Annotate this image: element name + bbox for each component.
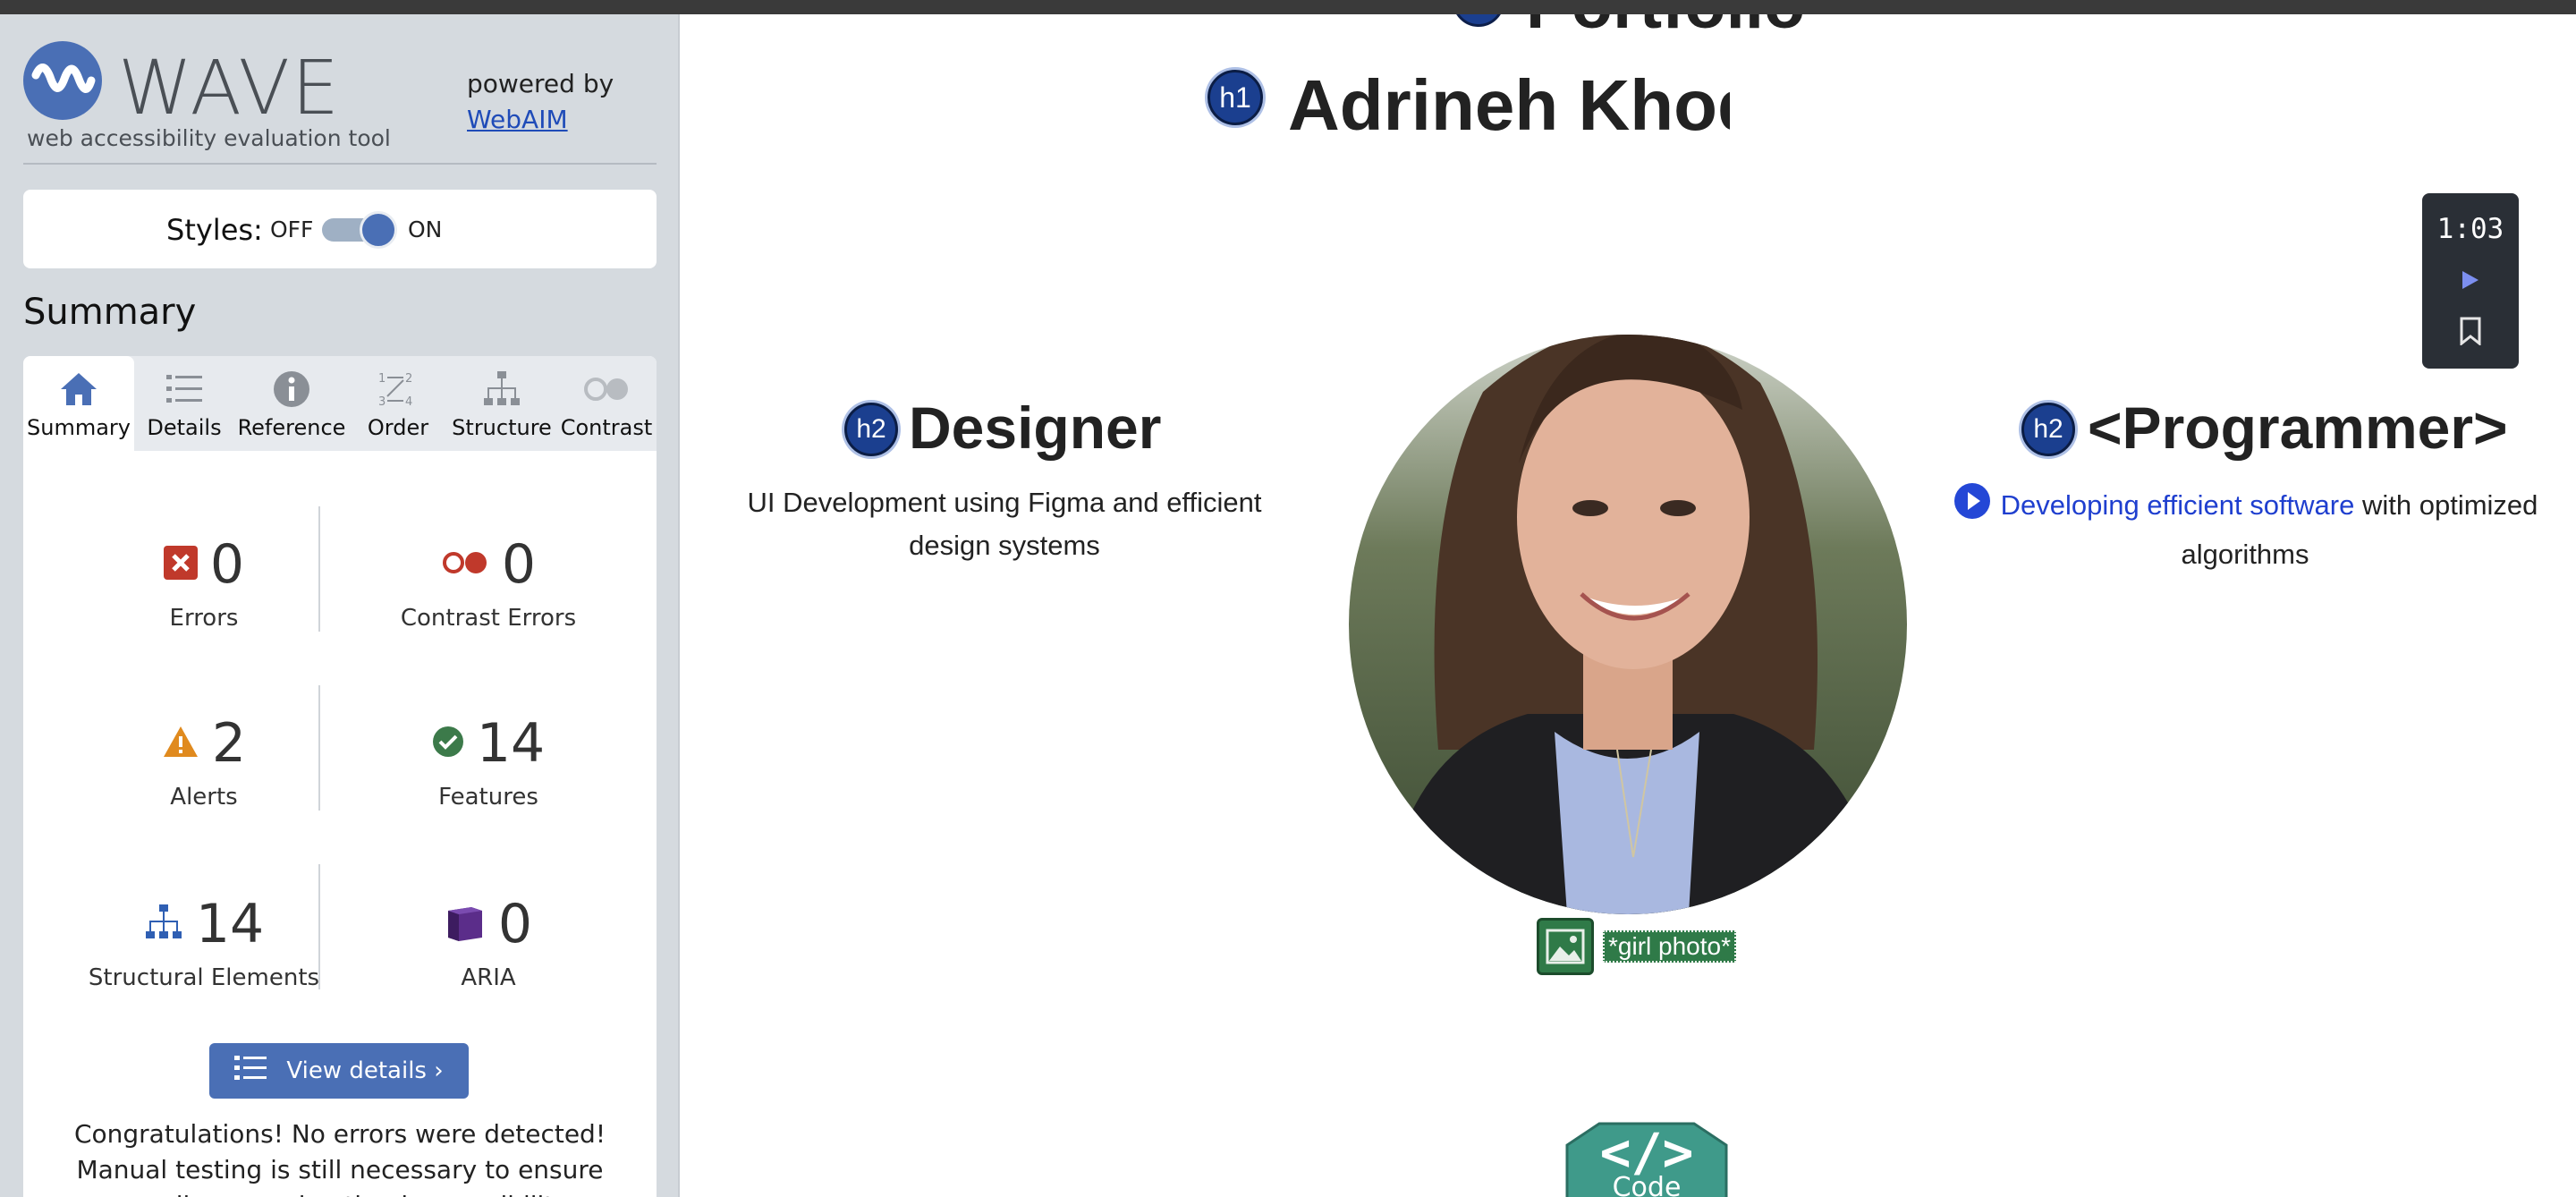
code-label: Code xyxy=(1612,1172,1682,1197)
programmer-description: Developing efficient software with optim… xyxy=(1914,481,2576,576)
features-stat[interactable]: 14 Features xyxy=(336,712,640,811)
errors-label: Errors xyxy=(169,605,239,632)
image-icon xyxy=(1537,918,1594,975)
contrast-error-icon xyxy=(441,549,489,580)
toggle-knob[interactable] xyxy=(360,211,397,249)
tab-details[interactable]: Details xyxy=(134,356,234,451)
page-title: Adrineh Khodaverdi xyxy=(1288,65,1730,145)
aria-icon xyxy=(445,902,486,947)
h1-badge[interactable]: h1 xyxy=(1208,70,1263,125)
media-time: 1:03 xyxy=(2436,213,2504,245)
view-details-label: View details › xyxy=(286,1057,444,1084)
feature-icon xyxy=(432,726,464,761)
divider xyxy=(318,506,320,632)
girl-photo xyxy=(1349,335,1907,914)
tab-label: Summary xyxy=(27,415,131,440)
error-icon xyxy=(163,546,198,583)
structure-icon xyxy=(144,904,183,944)
programmer-heading: <Programmer> xyxy=(2088,395,2508,461)
browser-top-bar xyxy=(0,0,2576,14)
info-icon xyxy=(234,369,349,410)
play-icon[interactable] xyxy=(1953,481,1992,533)
alerts-label: Alerts xyxy=(170,784,238,811)
h2-badge[interactable]: h2 xyxy=(844,403,898,456)
wave-brand: WAVE xyxy=(118,44,342,132)
styles-toggle-box: Styles: OFF ON xyxy=(23,190,657,268)
wave-sidebar: WAVE web accessibility evaluation tool p… xyxy=(0,14,680,1197)
contrast-errors-stat[interactable]: 0 Contrast Errors xyxy=(336,533,640,632)
contrast-icon xyxy=(556,369,657,410)
structural-count: 14 xyxy=(195,893,265,955)
code-badge[interactable]: </> Code xyxy=(1563,1120,1730,1197)
h2-badge[interactable]: h2 xyxy=(2021,403,2075,456)
play-icon[interactable] xyxy=(2456,267,2483,297)
partial-heading-text: Portfolio xyxy=(1526,14,1805,36)
contrast-errors-label: Contrast Errors xyxy=(400,605,577,632)
h1-heading-wrap: Adrineh Khodaverdi xyxy=(1288,57,1730,156)
divider xyxy=(318,864,320,989)
aria-stat[interactable]: 0 ARIA xyxy=(336,893,640,991)
tab-label: Order xyxy=(367,415,429,440)
svg-text:2: 2 xyxy=(405,372,412,386)
wave-logo-icon xyxy=(23,41,102,120)
wave-tabs: Summary Details Reference 1 2 3 4 Order Str… xyxy=(23,356,657,451)
aria-label: ARIA xyxy=(461,964,516,991)
tab-label: Structure xyxy=(452,415,552,440)
alert-icon xyxy=(162,725,199,762)
styles-off-label: OFF xyxy=(270,216,314,242)
image-alt-text: *girl photo* xyxy=(1603,930,1736,963)
structural-label: Structural Elements xyxy=(88,964,320,991)
tab-label: Reference xyxy=(237,415,346,440)
tab-order[interactable]: 1 2 3 4 Order xyxy=(349,356,447,451)
designer-description: UI Development using Figma and efficient… xyxy=(747,487,1262,561)
tab-contrast[interactable]: Contrast xyxy=(556,356,657,451)
svg-text:3: 3 xyxy=(378,395,386,409)
powered-by: powered by WebAIM xyxy=(467,66,614,138)
tab-structure[interactable]: Structure xyxy=(447,356,556,451)
divider xyxy=(318,685,320,811)
styles-on-label: ON xyxy=(408,216,443,242)
order-icon: 1 2 3 4 xyxy=(349,369,447,410)
partial-heading: Portfolio xyxy=(1453,14,2490,36)
tab-label: Details xyxy=(147,415,222,440)
summary-panel: Summary Details Reference 1 2 3 4 Order Str… xyxy=(23,356,657,1197)
congrats-message: Congratulations! No errors were detected… xyxy=(73,1119,606,1197)
summary-heading: Summary xyxy=(23,292,197,333)
page-content: Portfolio h1 Adrineh Khodaverdi h2 Desig… xyxy=(682,14,2576,1197)
home-icon xyxy=(23,369,134,410)
designer-heading: Designer xyxy=(909,395,1162,461)
software-link[interactable]: Developing efficient software xyxy=(2001,489,2355,521)
view-details-button[interactable]: View details › xyxy=(209,1043,469,1099)
aria-count: 0 xyxy=(497,893,533,955)
webaim-link[interactable]: WebAIM xyxy=(467,102,614,138)
wave-tagline: web accessibility evaluation tool xyxy=(27,125,391,151)
features-count: 14 xyxy=(476,712,546,775)
styles-label: Styles: xyxy=(166,213,263,247)
tab-reference[interactable]: Reference xyxy=(234,356,349,451)
structural-stat[interactable]: 14 Structural Elements xyxy=(52,893,356,991)
divider xyxy=(23,163,657,165)
svg-text:1: 1 xyxy=(378,372,386,386)
errors-stat[interactable]: 0 Errors xyxy=(52,533,356,632)
contrast-errors-count: 0 xyxy=(501,533,537,596)
tab-summary[interactable]: Summary xyxy=(23,356,134,451)
media-widget: 1:03 xyxy=(2422,193,2519,369)
list-icon xyxy=(134,369,234,410)
styles-toggle[interactable] xyxy=(322,211,399,249)
structure-icon xyxy=(447,369,556,410)
powered-by-label: powered by xyxy=(467,69,614,98)
heading-badge-icon xyxy=(1453,14,1504,27)
list-icon xyxy=(234,1055,267,1088)
bookmark-icon[interactable] xyxy=(2458,317,2483,349)
alerts-count: 2 xyxy=(211,712,247,775)
alerts-stat[interactable]: 2 Alerts xyxy=(52,712,356,811)
features-label: Features xyxy=(438,784,538,811)
errors-count: 0 xyxy=(209,533,245,596)
svg-text:4: 4 xyxy=(405,395,412,409)
image-alt-label[interactable]: *girl photo* xyxy=(1537,918,1736,975)
tab-label: Contrast xyxy=(560,415,653,440)
